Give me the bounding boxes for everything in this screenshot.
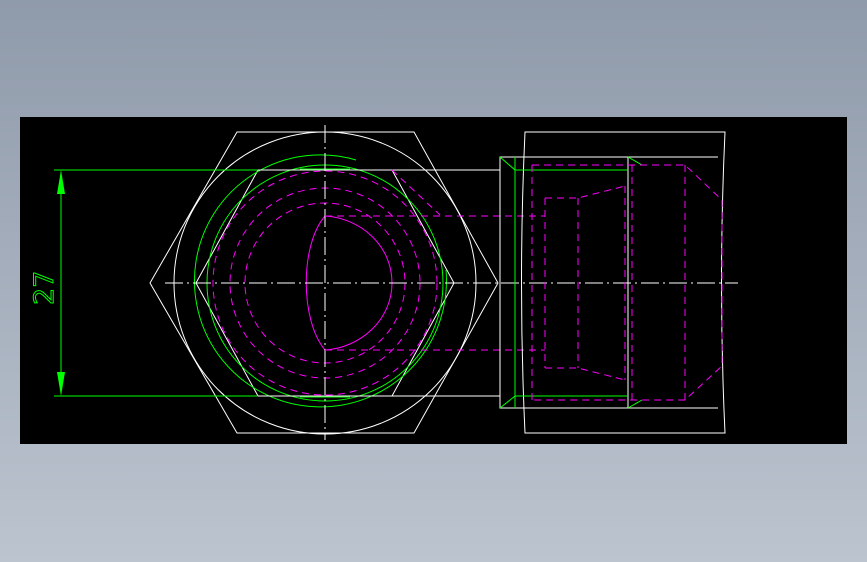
cad-drawing: 27 — [29, 125, 738, 440]
arrowhead-top — [57, 170, 65, 194]
arrowhead-bottom — [57, 372, 65, 396]
dimension-label: 27 — [29, 271, 60, 305]
thread-major-arc — [193, 154, 447, 408]
cad-viewport[interactable]: 27 — [20, 117, 847, 444]
